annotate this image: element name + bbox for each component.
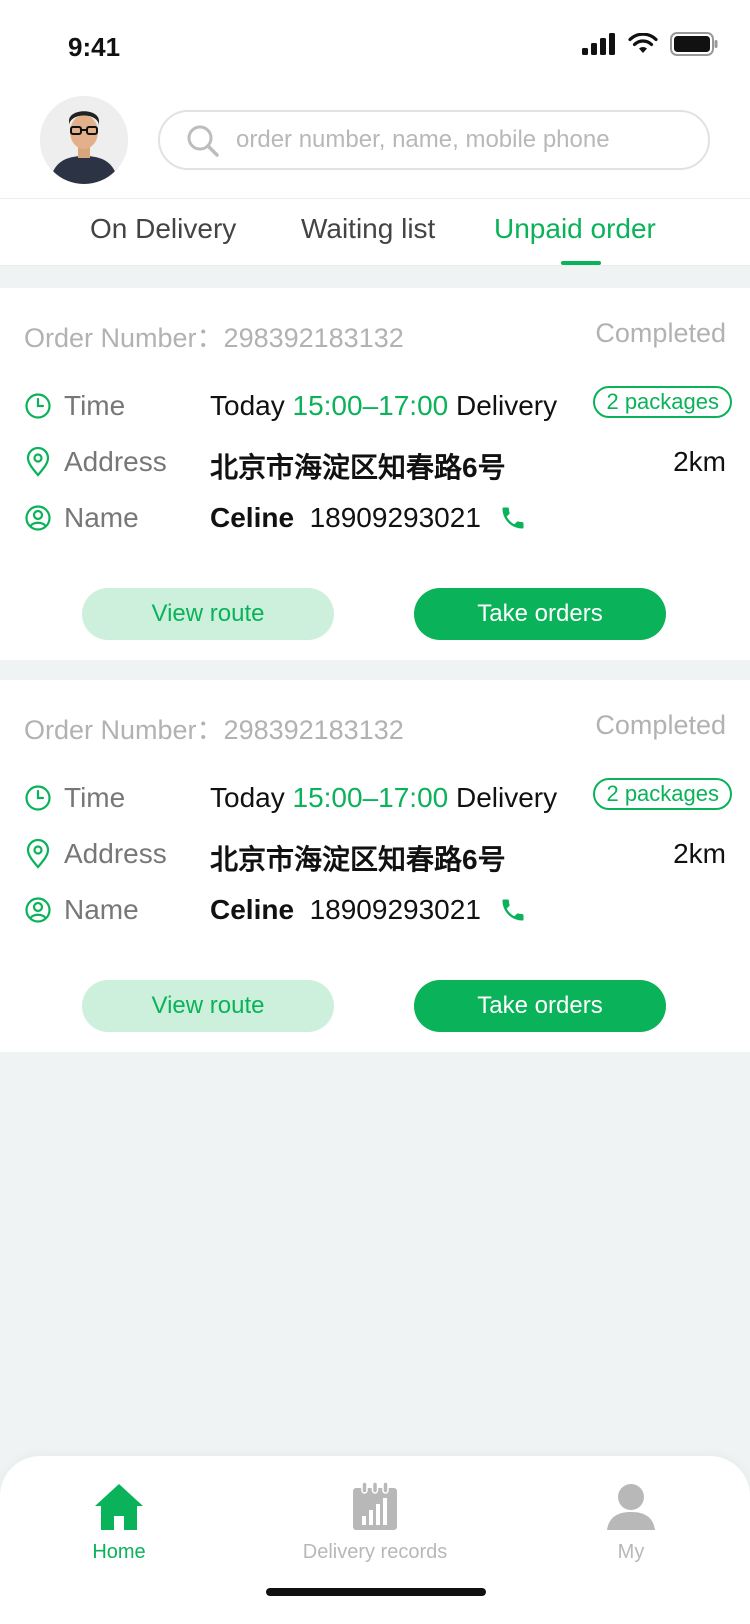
order-tabs: On Delivery Waiting list Unpaid order	[0, 198, 750, 266]
customer-phone: 18909293021	[309, 894, 481, 925]
time-suffix: Delivery	[456, 782, 558, 813]
tab-active-indicator	[561, 261, 601, 265]
tab-waiting-list[interactable]: Waiting list	[301, 213, 435, 245]
name-row-label: Name	[24, 894, 139, 926]
wifi-icon	[628, 33, 658, 53]
contact-info: Celine 18909293021	[210, 894, 527, 926]
name-label: Name	[64, 502, 139, 533]
location-pin-icon	[26, 447, 50, 477]
calendar-chart-icon	[353, 1481, 397, 1530]
nav-label-home: Home	[92, 1541, 146, 1563]
order-number-value: 298392183132	[223, 323, 404, 353]
time-prefix: Today	[210, 390, 285, 421]
address-label: Address	[64, 838, 167, 869]
order-number: Order Number：298392183132	[24, 708, 404, 747]
nav-label-delivery-records: Delivery records	[302, 1541, 448, 1563]
phone-icon[interactable]	[499, 896, 527, 924]
nav-item-home[interactable]: Home	[19, 1482, 219, 1564]
avatar-person-icon	[40, 96, 128, 184]
view-route-button[interactable]: View route	[82, 588, 334, 640]
order-number-label: Order Number：	[24, 715, 224, 745]
clock-icon	[25, 785, 51, 811]
header	[0, 90, 750, 198]
user-icon	[607, 1484, 655, 1530]
time-range: 15:00–17:00	[292, 782, 449, 813]
order-number: Order Number：298392183132	[24, 316, 404, 355]
status-bar: 9:41	[0, 0, 750, 90]
tab-on-delivery[interactable]: On Delivery	[90, 213, 236, 245]
packages-badge: 2 packages	[593, 778, 732, 810]
time-label: Time	[64, 782, 126, 813]
order-card: Order Number：298392183132 Completed Time…	[0, 288, 750, 660]
take-orders-button[interactable]: Take orders	[414, 980, 666, 1032]
clock-icon	[25, 393, 51, 419]
delivery-time: Today 15:00–17:00 Delivery	[210, 782, 557, 814]
phone-icon[interactable]	[499, 504, 527, 532]
order-card: Order Number：298392183132 Completed Time…	[0, 680, 750, 1052]
address-value: 北京市海淀区知春路6号	[210, 844, 506, 875]
search-input[interactable]	[236, 112, 688, 168]
packages-badge: 2 packages	[593, 386, 732, 418]
order-status: Completed	[595, 318, 726, 348]
search-icon	[187, 125, 219, 157]
home-icon	[95, 1484, 143, 1530]
bottom-nav: Home Delivery records My	[0, 1456, 750, 1624]
order-number-value: 298392183132	[223, 715, 404, 745]
customer-name: Celine	[210, 894, 295, 925]
status-time: 9:41	[68, 32, 121, 62]
address-row-label: Address	[24, 838, 167, 870]
user-circle-icon	[25, 505, 51, 531]
distance: 2km	[673, 838, 726, 869]
order-status: Completed	[595, 710, 726, 740]
name-label: Name	[64, 894, 139, 925]
address-value: 北京市海淀区知春路6号	[210, 452, 506, 483]
battery-icon	[670, 32, 718, 56]
time-range: 15:00–17:00	[292, 390, 449, 421]
search-bar[interactable]	[158, 110, 710, 170]
signal-icon	[582, 33, 615, 55]
user-circle-icon	[25, 897, 51, 923]
nav-label-my: My	[617, 1541, 645, 1563]
customer-name: Celine	[210, 502, 295, 533]
customer-phone: 18909293021	[309, 502, 481, 533]
address-row-label: Address	[24, 446, 167, 478]
avatar[interactable]	[40, 96, 128, 184]
time-label: Time	[64, 390, 126, 421]
location-pin-icon	[26, 839, 50, 869]
address-label: Address	[64, 446, 167, 477]
take-orders-button[interactable]: Take orders	[414, 588, 666, 640]
time-prefix: Today	[210, 782, 285, 813]
order-number-label: Order Number：	[24, 323, 224, 353]
status-icons	[582, 32, 718, 56]
nav-item-my[interactable]: My	[531, 1482, 731, 1564]
contact-info: Celine 18909293021	[210, 502, 527, 534]
view-route-button[interactable]: View route	[82, 980, 334, 1032]
time-row-label: Time	[24, 390, 125, 422]
time-row-label: Time	[24, 782, 125, 814]
home-indicator	[266, 1588, 486, 1596]
time-suffix: Delivery	[456, 390, 558, 421]
delivery-time: Today 15:00–17:00 Delivery	[210, 390, 557, 422]
distance: 2km	[673, 446, 726, 477]
nav-item-delivery-records[interactable]: Delivery records	[275, 1481, 475, 1564]
name-row-label: Name	[24, 502, 139, 534]
tab-unpaid-order[interactable]: Unpaid order	[494, 213, 656, 245]
